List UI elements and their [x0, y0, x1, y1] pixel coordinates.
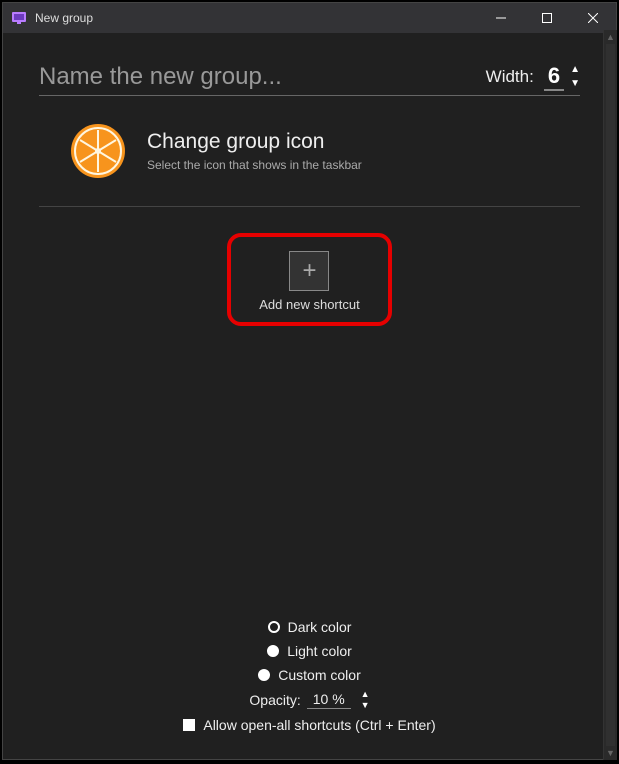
appearance-options: Dark color Light color Custom color Opac…	[39, 619, 580, 739]
radio-label: Custom color	[278, 667, 360, 683]
scrollbar-thumb[interactable]	[606, 44, 615, 746]
change-icon-row[interactable]: Change group icon Select the icon that s…	[39, 122, 580, 207]
dark-color-radio[interactable]: Dark color	[268, 619, 352, 635]
titlebar: New group	[3, 3, 616, 33]
orange-icon	[69, 122, 127, 180]
maximize-button[interactable]	[524, 3, 570, 33]
shortcut-area: + Add new shortcut	[39, 233, 580, 619]
opacity-label: Opacity:	[249, 692, 300, 708]
light-color-radio[interactable]: Light color	[267, 643, 352, 659]
change-icon-text: Change group icon Select the icon that s…	[147, 130, 362, 172]
radio-label: Dark color	[288, 619, 352, 635]
width-increase-button[interactable]: ▲	[570, 67, 580, 73]
change-icon-subtitle: Select the icon that shows in the taskba…	[147, 158, 362, 172]
minimize-button[interactable]	[478, 3, 524, 33]
checkbox-label: Allow open-all shortcuts (Ctrl + Enter)	[203, 717, 435, 733]
opacity-spinner: ▲ ▼	[361, 691, 370, 709]
close-button[interactable]	[570, 3, 616, 33]
width-decrease-button[interactable]: ▼	[570, 81, 580, 87]
scroll-down-arrow[interactable]: ▼	[604, 746, 617, 760]
plus-icon: +	[302, 257, 316, 285]
custom-color-radio[interactable]: Custom color	[258, 667, 360, 683]
width-spinner: ▲ ▼	[570, 67, 580, 87]
content-area: Width: 6 ▲ ▼	[3, 33, 616, 759]
opacity-decrease-button[interactable]: ▼	[361, 702, 370, 709]
radio-label: Light color	[287, 643, 352, 659]
width-label: Width:	[486, 67, 534, 87]
width-value[interactable]: 6	[544, 63, 564, 91]
change-icon-title: Change group icon	[147, 130, 362, 154]
name-width-row: Width: 6 ▲ ▼	[39, 63, 580, 96]
window-title: New group	[35, 11, 478, 25]
opacity-value[interactable]: 10 %	[307, 691, 351, 709]
radio-icon	[268, 621, 280, 633]
opacity-row: Opacity: 10 % ▲ ▼	[249, 691, 369, 709]
window-controls	[478, 3, 616, 33]
radio-icon	[258, 669, 270, 681]
radio-icon	[267, 645, 279, 657]
scroll-up-arrow[interactable]: ▲	[604, 30, 617, 44]
add-shortcut-label: Add new shortcut	[259, 297, 359, 312]
add-shortcut-button[interactable]: +	[289, 251, 329, 291]
allow-open-all-checkbox[interactable]: Allow open-all shortcuts (Ctrl + Enter)	[183, 717, 435, 733]
group-name-input[interactable]	[39, 63, 486, 91]
checkbox-icon	[183, 719, 195, 731]
app-icon	[11, 10, 27, 26]
vertical-scrollbar[interactable]: ▲ ▼	[603, 30, 617, 760]
opacity-increase-button[interactable]: ▲	[361, 691, 370, 698]
new-group-window: New group Width: 6 ▲ ▼	[2, 2, 617, 760]
add-shortcut-highlight: + Add new shortcut	[227, 233, 391, 326]
